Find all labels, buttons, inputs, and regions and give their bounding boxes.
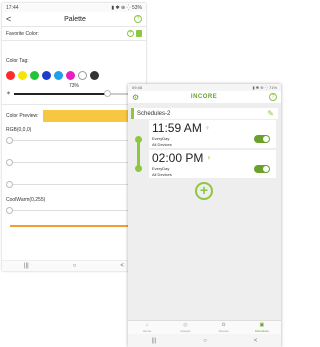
help-button[interactable]: ? — [268, 93, 277, 101]
bulb-icon: ♀ — [206, 155, 212, 162]
red-slider-track — [10, 140, 142, 141]
status-time: 17:44 — [6, 4, 19, 11]
swatch-blue[interactable] — [42, 71, 51, 80]
coolwarm-label: CoolWarm(0,255) — [6, 197, 46, 203]
recent-apps-button[interactable]: ||| — [24, 263, 29, 269]
brightness-icon: ✶ — [6, 91, 12, 97]
schedule-target: All Devices — [152, 172, 172, 177]
favorite-color-section: Favorite Color: + — [2, 26, 146, 40]
page-title: Palette — [64, 15, 86, 23]
toggle-knob — [263, 166, 269, 172]
tab-label: Groups — [180, 329, 191, 333]
schedule-toggle[interactable] — [254, 135, 270, 143]
bulb-icon: ♀ — [204, 125, 211, 132]
green-slider[interactable] — [6, 158, 142, 167]
coolwarm-slider[interactable] — [6, 206, 142, 215]
swatch-white[interactable] — [78, 71, 87, 80]
green-slider-track — [10, 162, 142, 163]
recent-apps-button[interactable]: ||| — [152, 338, 157, 344]
gear-icon[interactable]: ⚙ — [132, 93, 139, 102]
schedules-screen: 09:48 ▮ ✱ ⊕ ⁛ 71% ⚙ INCORE ? Schedules-2… — [128, 84, 281, 347]
timeline-dot — [135, 136, 142, 143]
back-nav-button[interactable]: < — [120, 263, 124, 269]
brightness-thumb[interactable] — [104, 89, 112, 97]
status-icons: ▮ ✱ ⊕ ⁛ 53% — [111, 4, 142, 11]
swatch-yellow[interactable] — [18, 71, 27, 80]
color-tag-section: Color Tag: 73% ✶ — [2, 40, 146, 100]
home-button[interactable]: ○ — [73, 263, 77, 269]
schedule-time: 11:59 AM — [152, 121, 202, 135]
swatch-red[interactable] — [6, 71, 15, 80]
green-slider-thumb[interactable] — [6, 159, 13, 166]
schedule-card[interactable]: 02:00 PM ♀ EveryDay All Devices — [149, 150, 276, 178]
schedule-toggle[interactable] — [254, 165, 270, 173]
app-header: ⚙ INCORE ? — [128, 91, 281, 103]
status-bar: 17:44 ▮ ✱ ⊕ ⁛ 53% — [2, 3, 146, 12]
schedule-time: 02:00 PM — [152, 151, 204, 165]
color-preview-section: Color Preview: RGB(0,0,0) CoolWarm(0,255… — [2, 104, 146, 230]
add-favorite-icon[interactable]: + — [127, 30, 134, 37]
app-header: < Palette ? — [2, 12, 146, 26]
home-button[interactable]: ○ — [203, 338, 207, 344]
add-schedule-button[interactable]: + — [195, 182, 213, 200]
schedule-group-name: Schedules-2 — [137, 110, 171, 117]
tab-label: Home — [143, 329, 152, 333]
delete-favorite-icon[interactable] — [136, 30, 142, 37]
home-icon: ⌂ — [145, 322, 149, 328]
tab-label: Scenes — [218, 329, 229, 333]
red-slider-thumb[interactable] — [6, 137, 13, 144]
back-nav-button[interactable]: < — [254, 338, 258, 344]
status-time: 09:48 — [132, 85, 143, 90]
edit-icon[interactable]: ✎ — [267, 109, 274, 118]
blue-slider-thumb[interactable] — [6, 181, 13, 188]
tab-schedules[interactable]: ▣ Schedules — [247, 322, 277, 333]
schedule-target: All Devices — [152, 142, 172, 147]
tab-home[interactable]: ⌂ Home — [132, 322, 162, 333]
system-nav-bar: ||| ○ < — [2, 260, 146, 271]
schedule-group-header[interactable]: Schedules-2 ✎ — [131, 108, 278, 119]
tab-label: Schedules — [254, 329, 269, 333]
toggle-knob — [263, 136, 269, 142]
color-swatches — [6, 71, 142, 80]
system-nav-bar: ||| ○ < — [128, 334, 281, 347]
groups-icon: ◎ — [183, 322, 188, 328]
swatch-black[interactable] — [90, 71, 99, 80]
bottom-tab-bar: ⌂ Home ◎ Groups ✿ Scenes ▣ Schedules — [128, 320, 281, 334]
calendar-icon: ▣ — [259, 322, 265, 328]
brightness-slider[interactable] — [14, 89, 142, 97]
schedule-card[interactable]: 11:59 AM ♀ EveryDay All Devices — [149, 120, 276, 148]
color-tag-label: Color Tag: — [6, 58, 29, 64]
color-preview-label: Color Preview: — [6, 113, 39, 119]
swatch-magenta[interactable] — [66, 71, 75, 80]
coolwarm-slider-thumb[interactable] — [6, 207, 13, 214]
red-slider[interactable] — [6, 136, 142, 145]
tab-groups[interactable]: ◎ Groups — [170, 322, 200, 333]
swatch-cyan[interactable] — [54, 71, 63, 80]
swatch-green[interactable] — [30, 71, 39, 80]
blue-slider-track — [10, 184, 142, 185]
coolwarm-slider-track — [10, 210, 142, 211]
favorite-color-label: Favorite Color: — [6, 30, 39, 37]
brightness-fill — [14, 92, 108, 95]
status-bar: 09:48 ▮ ✱ ⊕ ⁛ 71% — [128, 84, 281, 91]
brand-logo: INCORE — [190, 94, 218, 100]
coolwarm-gradient-bar — [10, 225, 142, 227]
palette-screen: 17:44 ▮ ✱ ⊕ ⁛ 53% < Palette ? Favorite C… — [2, 3, 146, 271]
help-button[interactable]: ? — [133, 15, 142, 23]
rgb-label: RGB(0,0,0) — [6, 127, 32, 133]
tab-scenes[interactable]: ✿ Scenes — [209, 322, 239, 333]
status-icons: ▮ ✱ ⊕ ⁛ 71% — [252, 85, 277, 90]
brightness-value: 73% — [68, 83, 79, 89]
scenes-icon: ✿ — [221, 322, 226, 328]
timeline-dot — [135, 165, 142, 172]
back-button[interactable]: < — [6, 14, 16, 24]
schedule-timeline — [135, 136, 142, 172]
blue-slider[interactable] — [6, 180, 142, 189]
